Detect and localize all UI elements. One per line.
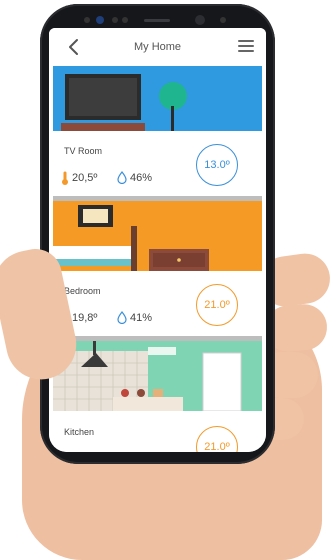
tv-room-info: TV Room 20,5º 46% 13.0º	[49, 131, 266, 206]
kitchen-info: Kitchen 21.0º	[49, 411, 266, 452]
thermometer-icon	[62, 171, 68, 185]
setpoint-value: 21.0º	[204, 299, 230, 311]
setpoint-value: 13.0º	[204, 159, 230, 171]
room-card-bedroom[interactable]: Bedroom 19,8º 41% 21.0º	[49, 201, 266, 346]
humidity-value: 46%	[130, 171, 153, 184]
temperature-value: 20,5º	[72, 172, 98, 184]
room-name: Kitchen	[64, 427, 95, 437]
bedroom-illustration	[53, 201, 262, 271]
water-drop-icon	[117, 171, 127, 184]
front-sensor	[84, 17, 90, 23]
proximity-sensor	[220, 17, 226, 23]
iris-scanner	[195, 15, 205, 25]
humidity-value: 41%	[130, 311, 153, 324]
humidity-reading: 41%	[117, 311, 152, 324]
bedroom-info: Bedroom 19,8º 41% 21.0º	[49, 271, 266, 346]
screen: My Home TV Room 20,5º 46% 13.0º Bedroom …	[49, 28, 266, 452]
front-camera	[96, 16, 104, 24]
room-name: Bedroom	[64, 286, 101, 296]
setpoint-badge[interactable]: 21.0º	[196, 426, 238, 452]
setpoint-badge[interactable]: 21.0º	[196, 284, 238, 326]
front-sensor-3	[122, 17, 128, 23]
temperature-reading: 20,5º	[61, 171, 97, 185]
page-title: My Home	[133, 41, 182, 53]
earpiece-speaker	[144, 19, 170, 22]
temperature-value: 19,8º	[72, 312, 98, 324]
room-name: TV Room	[64, 146, 103, 156]
front-sensor-2	[112, 17, 118, 23]
water-drop-icon	[117, 311, 127, 324]
humidity-reading: 46%	[117, 171, 152, 184]
room-card-kitchen[interactable]: Kitchen 21.0º	[49, 341, 266, 452]
app-bar: My Home	[49, 28, 266, 66]
setpoint-badge[interactable]: 13.0º	[196, 144, 238, 186]
back-chevron-icon[interactable]	[65, 37, 83, 57]
tv-room-illustration	[53, 66, 262, 131]
room-card-tv-room[interactable]: TV Room 20,5º 46% 13.0º	[49, 66, 266, 206]
hamburger-menu-icon[interactable]	[238, 40, 254, 52]
setpoint-value: 21.0º	[204, 441, 230, 452]
kitchen-illustration	[53, 341, 262, 411]
